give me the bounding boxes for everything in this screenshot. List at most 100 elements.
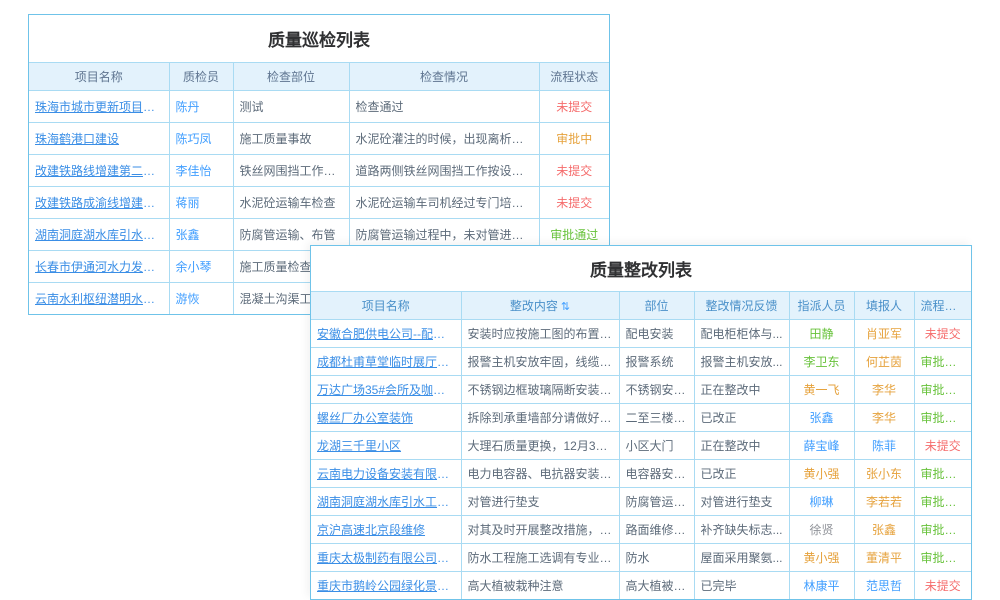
cell-assignee: 柳琳 (789, 487, 854, 515)
table-row: 珠海市城市更新项目紫...陈丹测试检查通过未提交 (29, 90, 609, 122)
cell-part: 不锈钢安装... (619, 375, 694, 403)
table-row: 龙湖三千里小区大理石质量更换，12月31日之...小区大门正在整改中薛宝峰陈菲未… (311, 431, 971, 459)
cell-project[interactable]: 珠海市城市更新项目紫... (29, 90, 169, 122)
cell-content: 对其及时开展整改措施，桥头... (461, 515, 619, 543)
inspection-list-title: 质量巡检列表 (29, 15, 609, 63)
cell-project[interactable]: 云南水利枢纽潜明水库... (29, 282, 169, 314)
cell-situation: 检查通过 (349, 90, 539, 122)
cell-content: 大理石质量更换，12月31日之... (461, 431, 619, 459)
table-row: 改建铁路成渝线增建第...蒋丽水泥砼运输车检查水泥砼运输车司机经过专门培训...… (29, 186, 609, 218)
cell-project[interactable]: 螺丝厂办公室装饰 (311, 403, 461, 431)
cell-project[interactable]: 重庆太极制药有限公司亳州中... (311, 543, 461, 571)
column-header-label: 流程状态 (921, 299, 969, 313)
inspection-table-head: 项目名称质检员检查部位检查情况流程状态 (29, 63, 609, 90)
rectification-list-title: 质量整改列表 (311, 246, 971, 292)
column-header-label: 整改情况反馈 (705, 299, 777, 313)
cell-content: 报警主机安放牢固，线缆连接... (461, 347, 619, 375)
cell-inspector: 张鑫 (169, 218, 233, 250)
cell-project[interactable]: 龙湖三千里小区 (311, 431, 461, 459)
cell-project[interactable]: 湖南洞庭湖水库引水工程施工1 (311, 487, 461, 515)
cell-location: 测试 (233, 90, 349, 122)
cell-reporter: 李华 (854, 375, 914, 403)
cell-project[interactable]: 珠海鹤港口建设 (29, 122, 169, 154)
column-header-label: 填报人 (866, 299, 902, 313)
cell-assignee: 黄小强 (789, 459, 854, 487)
table-row: 安徽合肥供电公司--配电设备...安装时应按施工图的布置，将...配电安装配电柜… (311, 319, 971, 347)
rectification-table-body: 安徽合肥供电公司--配电设备...安装时应按施工图的布置，将...配电安装配电柜… (311, 319, 971, 599)
sort-icon[interactable]: ⇅ (561, 301, 570, 313)
cell-situation: 道路两侧铁丝网围挡工作按设计... (349, 154, 539, 186)
cell-status: 审批通过 (914, 515, 971, 543)
cell-part: 防水 (619, 543, 694, 571)
column-header-content[interactable]: 整改内容⇅ (461, 292, 619, 319)
page: 质量巡检列表 项目名称质检员检查部位检查情况流程状态 珠海市城市更新项目紫...… (0, 0, 1000, 600)
cell-project[interactable]: 重庆市鹅岭公园绿化景观提升... (311, 571, 461, 599)
table-row: 湖南洞庭湖水库引水工程施工1对管进行垫支防腐管运输...对管进行垫支柳琳李若若审… (311, 487, 971, 515)
cell-assignee: 徐贤 (789, 515, 854, 543)
cell-part: 报警系统 (619, 347, 694, 375)
cell-inspector: 陈巧凤 (169, 122, 233, 154)
table-row: 云南电力设备安装有限公司20...电力电容器、电抗器安装方案...电容器安装..… (311, 459, 971, 487)
cell-feedback: 正在整改中 (694, 431, 789, 459)
cell-status: 未提交 (539, 186, 609, 218)
cell-content: 高大植被栽种注意 (461, 571, 619, 599)
cell-part: 二至三楼混... (619, 403, 694, 431)
cell-location: 施工质量事故 (233, 122, 349, 154)
column-header-status: 流程状态 (914, 292, 971, 319)
cell-assignee: 田静 (789, 319, 854, 347)
cell-reporter: 李华 (854, 403, 914, 431)
cell-project[interactable]: 长春市伊通河水力发电... (29, 250, 169, 282)
cell-project[interactable]: 改建铁路成渝线增建第... (29, 186, 169, 218)
cell-content: 拆除到承重墙部分请做好加固... (461, 403, 619, 431)
cell-reporter: 董清平 (854, 543, 914, 571)
cell-inspector: 游恢 (169, 282, 233, 314)
cell-reporter: 李若若 (854, 487, 914, 515)
cell-situation: 水泥砼灌注的时候，出现离析现象 (349, 122, 539, 154)
cell-inspector: 蒋丽 (169, 186, 233, 218)
column-header-project: 项目名称 (311, 292, 461, 319)
cell-project[interactable]: 京沪高速北京段维修 (311, 515, 461, 543)
column-header-part: 部位 (619, 292, 694, 319)
column-header-label: 质检员 (183, 70, 219, 84)
cell-reporter: 张小东 (854, 459, 914, 487)
cell-location: 铁丝网围挡工作检查 (233, 154, 349, 186)
cell-assignee: 黄小强 (789, 543, 854, 571)
column-header-label: 检查情况 (420, 70, 468, 84)
header-row: 项目名称整改内容⇅部位整改情况反馈指派人员填报人流程状态 (311, 292, 971, 319)
cell-part: 电容器安装... (619, 459, 694, 487)
column-header-situation: 检查情况 (349, 63, 539, 90)
cell-part: 防腐管运输... (619, 487, 694, 515)
column-header-label: 项目名称 (75, 70, 123, 84)
header-row: 项目名称质检员检查部位检查情况流程状态 (29, 63, 609, 90)
cell-project[interactable]: 改建铁路线增建第二线... (29, 154, 169, 186)
cell-reporter: 陈菲 (854, 431, 914, 459)
cell-status: 审批通过 (914, 459, 971, 487)
cell-reporter: 肖亚军 (854, 319, 914, 347)
cell-inspector: 李佳怡 (169, 154, 233, 186)
cell-feedback: 屋面采用聚氨... (694, 543, 789, 571)
column-header-label: 部位 (644, 299, 668, 313)
cell-reporter: 范思哲 (854, 571, 914, 599)
table-row: 珠海鹤港口建设陈巧凤施工质量事故水泥砼灌注的时候，出现离析现象审批中 (29, 122, 609, 154)
cell-project[interactable]: 云南电力设备安装有限公司20... (311, 459, 461, 487)
column-header-label: 整改内容 (510, 299, 558, 313)
cell-content: 不锈钢边框玻璃隔断安装不牢... (461, 375, 619, 403)
table-row: 万达广场35#会所及咖啡厅空...不锈钢边框玻璃隔断安装不牢...不锈钢安装..… (311, 375, 971, 403)
cell-part: 路面维修检... (619, 515, 694, 543)
cell-project[interactable]: 湖南洞庭湖水库引水工... (29, 218, 169, 250)
cell-project[interactable]: 万达广场35#会所及咖啡厅空... (311, 375, 461, 403)
cell-inspector: 陈丹 (169, 90, 233, 122)
cell-project[interactable]: 成都杜甫草堂临时展厅独立展... (311, 347, 461, 375)
table-row: 重庆太极制药有限公司亳州中...防水工程施工选调有专业资质...防水屋面采用聚氨… (311, 543, 971, 571)
cell-project[interactable]: 安徽合肥供电公司--配电设备... (311, 319, 461, 347)
column-header-assignee: 指派人员 (789, 292, 854, 319)
cell-status: 未提交 (539, 90, 609, 122)
cell-status: 未提交 (914, 431, 971, 459)
table-row: 改建铁路线增建第二线...李佳怡铁丝网围挡工作检查道路两侧铁丝网围挡工作按设计.… (29, 154, 609, 186)
cell-content: 电力电容器、电抗器安装方案... (461, 459, 619, 487)
cell-status: 审批通过 (914, 347, 971, 375)
cell-status: 审批通过 (914, 403, 971, 431)
cell-assignee: 李卫东 (789, 347, 854, 375)
column-header-reporter: 填报人 (854, 292, 914, 319)
cell-feedback: 已改正 (694, 403, 789, 431)
